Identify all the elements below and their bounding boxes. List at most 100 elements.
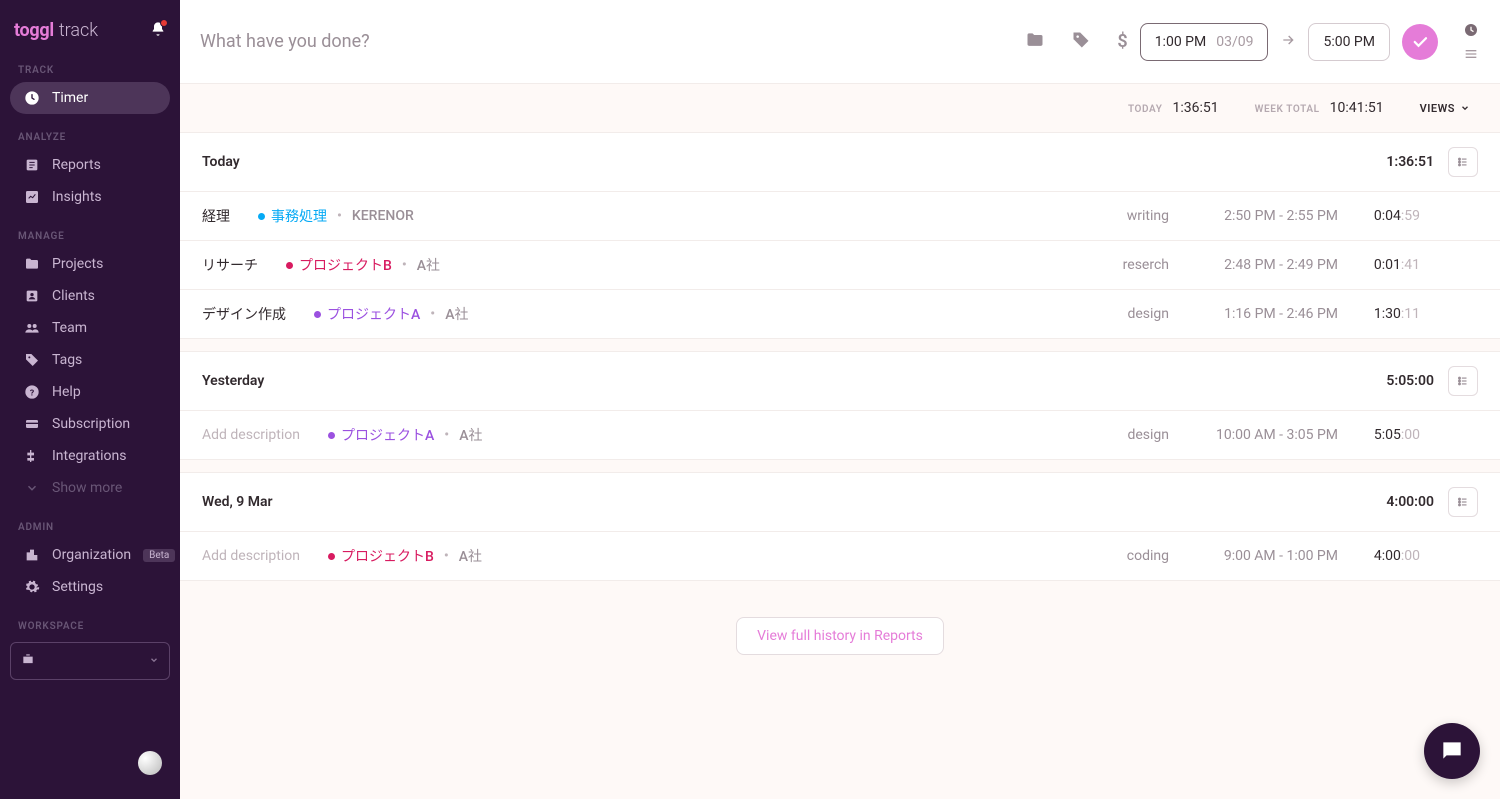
today-label: TODAY (1128, 104, 1163, 115)
avatar[interactable] (138, 751, 162, 775)
sidebar-item-projects[interactable]: Projects (10, 248, 170, 280)
project-color-dot (328, 432, 335, 439)
time-entry[interactable]: リサーチ プロジェクトB • A社 reserch 2:48 PM - 2:49… (180, 240, 1500, 289)
stats-row: TODAY 1:36:51 WEEK TOTAL 10:41:51 VIEWS (180, 84, 1500, 132)
views-button[interactable]: VIEWS (1420, 102, 1470, 115)
chevron-down-icon (149, 654, 159, 669)
day-total: 5:05:00 (1386, 373, 1434, 389)
project-color-dot (328, 553, 335, 560)
entry-duration[interactable]: 1:30:11 (1352, 306, 1420, 322)
end-time-value: 5:00 PM (1323, 34, 1375, 50)
day-total: 4:00:00 (1386, 494, 1434, 510)
day-title: Yesterday (202, 373, 264, 389)
time-entry[interactable]: デザイン作成 プロジェクトA • A社 design 1:16 PM - 2:4… (180, 289, 1500, 338)
sidebar-item-timer[interactable]: Timer (10, 82, 170, 114)
submit-entry-button[interactable] (1402, 24, 1438, 60)
sidebar-label: Team (52, 320, 87, 336)
entry-duration[interactable]: 0:01:41 (1352, 257, 1420, 273)
entry-project[interactable]: プロジェクトB • A社 (328, 546, 482, 566)
entry-duration[interactable]: 0:04:59 (1352, 208, 1420, 224)
tag-icon (24, 352, 40, 368)
separator: • (444, 548, 449, 564)
end-time-input[interactable]: 5:00 PM (1308, 23, 1390, 61)
sidebar-item-integrations[interactable]: Integrations (10, 440, 170, 472)
chat-icon[interactable] (1424, 723, 1480, 779)
folder-icon[interactable] (1025, 30, 1045, 54)
entry-tag[interactable]: design (1127, 306, 1169, 322)
section-analyze: ANALYZE (0, 126, 180, 149)
view-history-link[interactable]: View full history in Reports (736, 617, 944, 655)
entry-description[interactable]: Add description (202, 427, 300, 443)
entry-description[interactable]: リサーチ (202, 255, 258, 275)
sidebar-item-clients[interactable]: Clients (10, 280, 170, 312)
time-entry[interactable]: Add description プロジェクトA • A社 design 10:0… (180, 410, 1500, 459)
gear-icon (24, 579, 40, 595)
sidebar-item-help[interactable]: ? Help (10, 376, 170, 408)
entry-duration[interactable]: 5:05:00 (1352, 427, 1420, 443)
list-mode-icon[interactable] (1462, 45, 1480, 63)
bulk-edit-button[interactable] (1448, 366, 1478, 396)
subscription-icon (24, 416, 40, 432)
mode-toggle (1462, 21, 1480, 63)
logo-text-1: toggl (14, 20, 54, 41)
entry-time-range[interactable]: 2:48 PM - 2:49 PM (1183, 257, 1338, 273)
sidebar-item-team[interactable]: Team (10, 312, 170, 344)
entry-project[interactable]: プロジェクトB • A社 (286, 255, 440, 275)
day-group: Yesterday 5:05:00 Add description プロジェクト… (180, 351, 1500, 460)
entry-project[interactable]: 事務処理 • KERENOR (258, 206, 414, 226)
entry-project[interactable]: プロジェクトA • A社 (314, 304, 469, 324)
timer-icons: $ (1025, 30, 1127, 54)
briefcase-icon (21, 652, 35, 670)
separator: • (430, 306, 435, 322)
bulk-edit-button[interactable] (1448, 147, 1478, 177)
sidebar-item-subscription[interactable]: Subscription (10, 408, 170, 440)
project-name: プロジェクトA (341, 425, 434, 445)
entry-tag[interactable]: reserch (1123, 257, 1169, 273)
sidebar-item-organization[interactable]: Organization Beta (10, 539, 170, 571)
client-name: A社 (459, 425, 482, 445)
project-name: 事務処理 (271, 206, 327, 226)
entry-time-range[interactable]: 9:00 AM - 1:00 PM (1183, 548, 1338, 564)
sidebar-item-settings[interactable]: Settings (10, 571, 170, 603)
separator: • (444, 427, 449, 443)
sidebar-item-tags[interactable]: Tags (10, 344, 170, 376)
help-icon: ? (24, 384, 40, 400)
dollar-icon[interactable]: $ (1117, 31, 1127, 52)
entry-project[interactable]: プロジェクトA • A社 (328, 425, 483, 445)
day-header: Today 1:36:51 (180, 133, 1500, 191)
bulk-edit-button[interactable] (1448, 487, 1478, 517)
start-time-value: 1:00 PM (1155, 34, 1207, 50)
tag-icon[interactable] (1071, 30, 1091, 54)
manual-mode-icon[interactable] (1462, 21, 1480, 39)
time-entry[interactable]: 経理 事務処理 • KERENOR writing 2:50 PM - 2:55… (180, 191, 1500, 240)
clock-icon (24, 90, 40, 106)
client-name: A社 (459, 546, 482, 566)
sidebar-label: Tags (52, 352, 82, 368)
project-name: プロジェクトB (299, 255, 392, 275)
entry-time-range[interactable]: 1:16 PM - 2:46 PM (1183, 306, 1338, 322)
entry-tag[interactable]: coding (1127, 548, 1169, 564)
entry-tag[interactable]: design (1127, 427, 1169, 443)
entry-time-range[interactable]: 2:50 PM - 2:55 PM (1183, 208, 1338, 224)
entry-tag[interactable]: writing (1127, 208, 1169, 224)
entry-description[interactable]: 経理 (202, 206, 230, 226)
sidebar-item-insights[interactable]: Insights (10, 181, 170, 213)
timer-description-input[interactable] (200, 31, 1013, 52)
time-entry[interactable]: Add description プロジェクトB • A社 coding 9:00… (180, 531, 1500, 580)
separator: • (402, 257, 407, 273)
project-name: プロジェクトA (327, 304, 420, 324)
notifications-bell-icon[interactable] (150, 21, 166, 41)
beta-badge: Beta (143, 549, 175, 562)
sidebar-item-show-more[interactable]: Show more (10, 472, 170, 504)
sidebar-label: Insights (52, 189, 102, 205)
sidebar-item-reports[interactable]: Reports (10, 149, 170, 181)
entry-description[interactable]: Add description (202, 548, 300, 564)
workspace-selector[interactable] (10, 642, 170, 680)
main: $ 1:00 PM 03/09 5:00 PM TODAY 1:36:51 WE… (180, 0, 1500, 799)
entry-description[interactable]: デザイン作成 (202, 304, 286, 324)
entry-time-range[interactable]: 10:00 AM - 3:05 PM (1183, 427, 1338, 443)
sidebar-label: Help (52, 384, 81, 400)
entry-duration[interactable]: 4:00:00 (1352, 548, 1420, 564)
logo[interactable]: toggl track (14, 20, 98, 41)
start-time-input[interactable]: 1:00 PM 03/09 (1140, 23, 1269, 61)
